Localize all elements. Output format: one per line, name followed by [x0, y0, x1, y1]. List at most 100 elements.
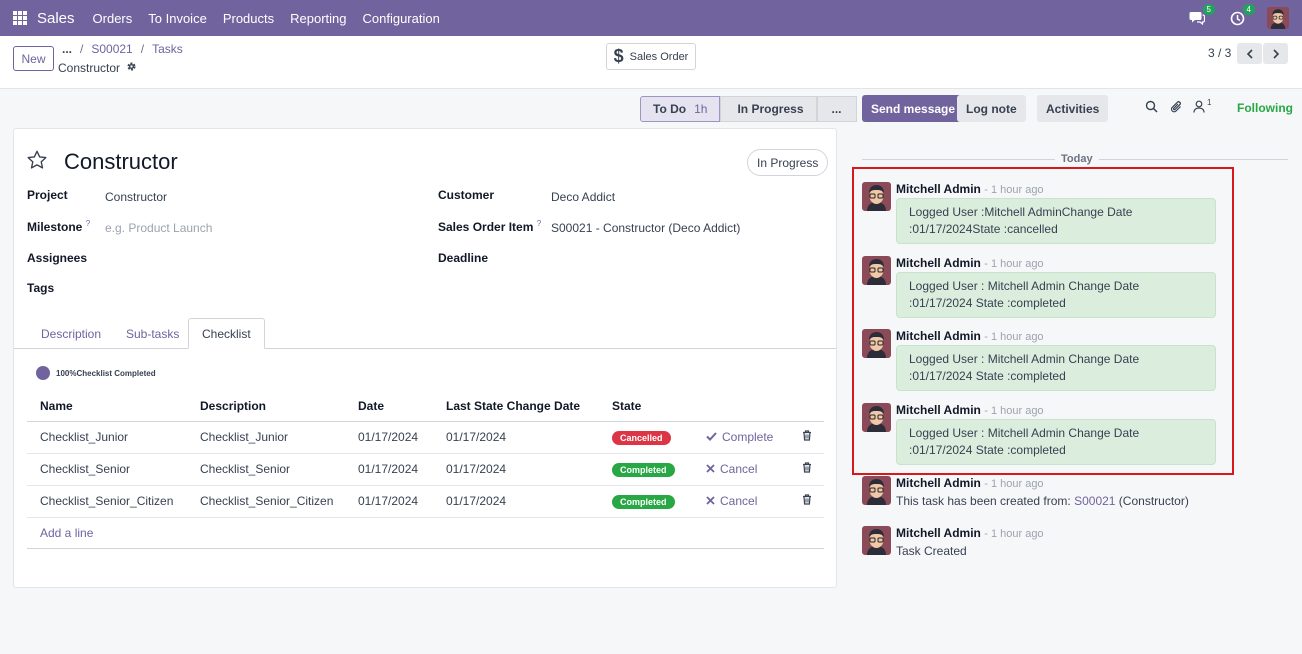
- add-line-button[interactable]: Add a line: [40, 526, 93, 540]
- trash-icon[interactable]: [802, 462, 812, 476]
- record-name: Constructor: [58, 61, 121, 75]
- message-time: - 1 hour ago: [984, 405, 1044, 417]
- stage-statusbar: To Do 1h In Progress ...: [640, 96, 857, 122]
- x-icon: [706, 496, 715, 505]
- cell-description[interactable]: Checklist_Junior: [187, 421, 345, 454]
- author-avatar[interactable]: [862, 182, 891, 211]
- cell-name[interactable]: Checklist_Senior: [27, 453, 187, 486]
- cell-name[interactable]: Checklist_Senior_Citizen: [27, 485, 187, 518]
- trash-icon[interactable]: [802, 494, 812, 508]
- project-field[interactable]: Constructor: [105, 190, 167, 204]
- message-author[interactable]: Mitchell Admin: [896, 329, 981, 343]
- col-state[interactable]: State: [599, 391, 693, 422]
- cell-last-change[interactable]: 01/17/2024: [433, 453, 599, 486]
- send-message-button[interactable]: Send message: [862, 95, 965, 122]
- app-grid-icon[interactable]: [13, 11, 27, 25]
- table-row[interactable]: Checklist_Senior_Citizen Checklist_Senio…: [27, 485, 824, 518]
- breadcrumb-tasks[interactable]: Tasks: [152, 42, 183, 56]
- author-avatar[interactable]: [862, 256, 891, 285]
- col-delete: [789, 391, 824, 422]
- menu-orders[interactable]: Orders: [93, 11, 133, 26]
- task-state-button[interactable]: In Progress: [747, 149, 829, 176]
- cell-description[interactable]: Checklist_Senior_Citizen: [187, 485, 345, 518]
- menu-configuration[interactable]: Configuration: [363, 11, 440, 26]
- author-avatar[interactable]: [862, 403, 891, 432]
- pager-next-button[interactable]: [1263, 43, 1288, 64]
- app-name[interactable]: Sales: [37, 10, 75, 27]
- record-title: Constructor: [58, 61, 137, 75]
- menu-reporting[interactable]: Reporting: [290, 11, 346, 26]
- message-author[interactable]: Mitchell Admin: [896, 403, 981, 417]
- status-badge: Completed: [612, 494, 675, 509]
- tab-sub-tasks[interactable]: Sub-tasks: [126, 318, 179, 349]
- cell-delete: [789, 453, 824, 486]
- gear-icon[interactable]: [126, 61, 137, 75]
- table-row[interactable]: Checklist_Senior Checklist_Senior 01/17/…: [27, 453, 824, 486]
- cancel-button[interactable]: Cancel: [706, 494, 757, 508]
- trash-icon[interactable]: [802, 430, 812, 444]
- date-separator-label: Today: [1055, 153, 1099, 165]
- tab-checklist[interactable]: Checklist: [188, 318, 265, 349]
- new-button[interactable]: New: [13, 46, 54, 71]
- pager-previous-button[interactable]: [1237, 43, 1262, 64]
- milestone-label: Milestone ?: [27, 219, 91, 234]
- menu-to-invoice[interactable]: To Invoice: [148, 11, 207, 26]
- customer-field[interactable]: Deco Addict: [551, 190, 615, 204]
- cell-date[interactable]: 01/17/2024: [345, 421, 433, 454]
- cell-date[interactable]: 01/17/2024: [345, 453, 433, 486]
- tab-description[interactable]: Description: [41, 318, 101, 349]
- stage-in-progress[interactable]: In Progress: [720, 96, 817, 122]
- message-author[interactable]: Mitchell Admin: [896, 256, 981, 270]
- control-panel: New ... / S00021 / Tasks Constructor $ S…: [0, 36, 1302, 89]
- menu-products[interactable]: Products: [223, 11, 274, 26]
- author-avatar[interactable]: [862, 526, 891, 555]
- table-row[interactable]: Checklist_Junior Checklist_Junior 01/17/…: [27, 421, 824, 454]
- star-icon[interactable]: [26, 149, 48, 174]
- paperclip-icon[interactable]: [1170, 100, 1183, 117]
- col-last-state-change[interactable]: Last State Change Date: [433, 391, 599, 422]
- col-date[interactable]: Date: [345, 391, 433, 422]
- cell-last-change[interactable]: 01/17/2024: [433, 421, 599, 454]
- complete-button[interactable]: Complete: [706, 430, 773, 444]
- log-note-button[interactable]: Log note: [957, 95, 1026, 122]
- cell-action: Cancel: [693, 453, 789, 486]
- messaging-icon[interactable]: 5: [1187, 4, 1215, 28]
- add-line-row: Add a line: [27, 517, 824, 549]
- following-button[interactable]: Following: [1237, 101, 1293, 115]
- chatter-message: Mitchell Admin - 1 hour ago Task Created: [862, 526, 1222, 562]
- cell-name[interactable]: Checklist_Junior: [27, 421, 187, 454]
- cell-last-change[interactable]: 01/17/2024: [433, 485, 599, 518]
- so-item-field[interactable]: S00021 - Constructor (Deco Addict): [551, 221, 740, 235]
- message-author[interactable]: Mitchell Admin: [896, 526, 981, 540]
- message-author[interactable]: Mitchell Admin: [896, 182, 981, 196]
- milestone-field[interactable]: e.g. Product Launch: [105, 221, 212, 235]
- message-bubble: Logged User : Mitchell Admin Change Date…: [896, 272, 1216, 318]
- cell-date[interactable]: 01/17/2024: [345, 485, 433, 518]
- status-badge: Completed: [612, 462, 675, 477]
- stage-to-do[interactable]: To Do 1h: [640, 96, 721, 122]
- task-title[interactable]: Constructor: [64, 149, 178, 175]
- check-icon: [706, 432, 717, 442]
- author-avatar[interactable]: [862, 329, 891, 358]
- col-description[interactable]: Description: [187, 391, 345, 422]
- followers-count: 1: [1207, 98, 1212, 107]
- stage-more[interactable]: ...: [816, 96, 857, 122]
- message-author[interactable]: Mitchell Admin: [896, 476, 981, 490]
- author-avatar[interactable]: [862, 476, 891, 505]
- activity-clock-icon[interactable]: 4: [1227, 4, 1255, 28]
- pager-value[interactable]: 3 / 3: [1208, 46, 1231, 60]
- assignees-label: Assignees: [27, 251, 88, 265]
- col-name[interactable]: Name: [27, 391, 187, 422]
- user-avatar[interactable]: [1267, 7, 1289, 29]
- chevron-left-icon: [1246, 48, 1253, 59]
- followers-icon[interactable]: [1193, 100, 1205, 116]
- cell-description[interactable]: Checklist_Senior: [187, 453, 345, 486]
- cell-action: Complete: [693, 421, 789, 454]
- breadcrumb-more[interactable]: ...: [62, 42, 72, 56]
- search-icon[interactable]: [1145, 100, 1158, 116]
- sale-order-link[interactable]: S00021: [1074, 494, 1115, 508]
- activities-button[interactable]: Activities: [1037, 95, 1109, 122]
- cancel-button[interactable]: Cancel: [706, 462, 757, 476]
- breadcrumb-sale-order[interactable]: S00021: [91, 42, 132, 56]
- sales-order-smart-button[interactable]: $ Sales Order: [606, 43, 696, 70]
